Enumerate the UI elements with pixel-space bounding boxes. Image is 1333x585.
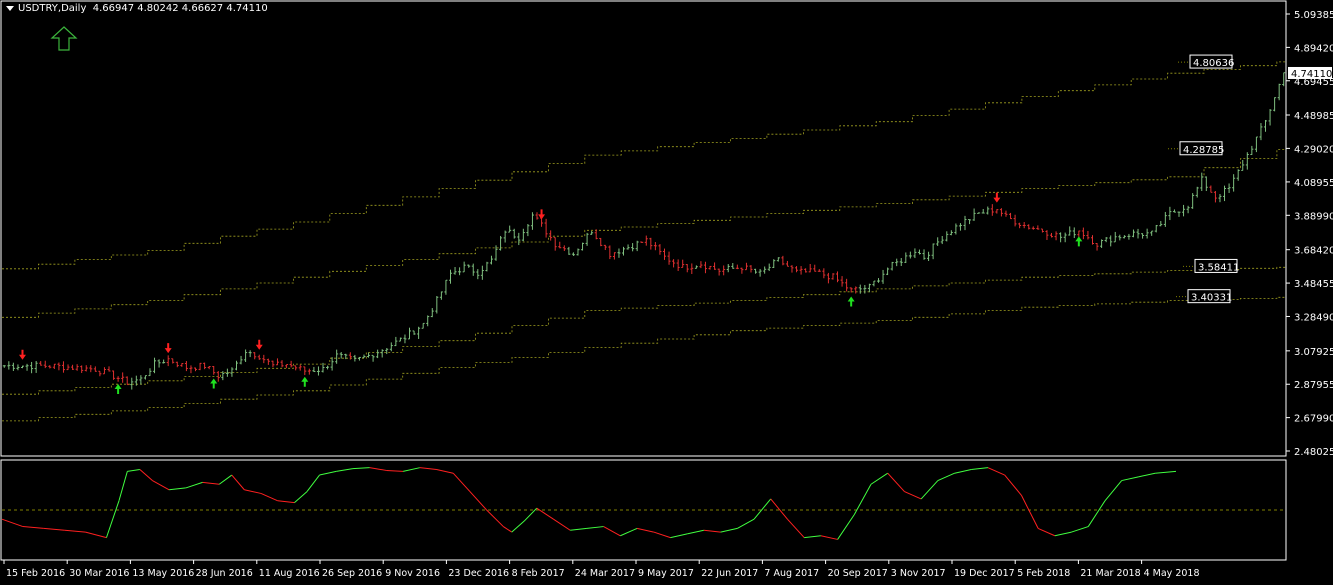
oscillator-segment [820,535,838,540]
oscillator-segment [64,529,86,533]
date-tick-label: 26 Sep 2016 [322,568,382,579]
oscillator-segment [152,480,170,491]
oscillator-segment [22,526,44,529]
oscillator-segment [202,481,220,485]
oscillator-segment [277,500,295,504]
oscillator-segment [1037,527,1056,537]
oscillator-segment [185,481,203,489]
oscillator-segment [670,533,688,539]
date-tick-label: 13 May 2016 [132,568,194,579]
oscillator-segment [386,469,404,472]
oscillator-segment [1155,470,1177,474]
date-tick-label: 24 Mar 2017 [575,568,635,579]
oscillator-segment [319,470,337,476]
date-tick-label: 11 Aug 2016 [259,568,320,579]
oscillator-segment [452,472,471,492]
date-tick-label: 7 Aug 2017 [764,568,819,579]
oscillator-segment [920,480,939,500]
oscillator-segment [306,474,320,492]
oscillator-segment [703,529,721,533]
symbol-label: USDTRY,Daily [18,3,87,14]
oscillator-segment [887,472,905,492]
oscillator-segment [1104,480,1123,502]
chart-title: USDTRY,Daily 4.66947 4.80242 4.66627 4.7… [6,3,268,14]
oscillator-segment [1054,531,1072,537]
oscillator-segment [486,509,504,527]
date-tick-label: 20 Sep 2017 [828,568,888,579]
oscillator-segment [139,469,153,481]
oscillator-segment [870,472,888,485]
date-tick-label: 21 Mar 2018 [1080,568,1140,579]
oscillator-segment [294,491,308,504]
ohlc-label: 4.66947 4.80242 4.66627 4.74110 [92,3,268,14]
date-tick-label: 9 May 2017 [638,568,694,579]
date-tick-label: 15 Feb 2016 [6,568,65,579]
oscillator-segment [260,492,278,502]
date-tick-label: 30 Mar 2016 [69,568,129,579]
oscillator-segment [737,518,755,529]
date-tick-label: 9 Nov 2016 [385,568,440,579]
oscillator-segment [937,472,955,482]
oscillator-segment [687,529,705,535]
oscillator-segment [1071,526,1089,533]
oscillator-segment [603,526,621,537]
dropdown-triangle-icon[interactable] [6,5,14,11]
oscillator-segment [987,467,1005,476]
date-tick-label: 22 Jun 2017 [701,568,758,579]
oscillator-segment [653,531,671,539]
oscillator-segment [218,474,233,485]
chart-window[interactable]: 5.09385 4.89420 4.69455 4.48985 4.29020 4.089… [0,0,1333,585]
oscillator-segment [85,531,107,539]
oscillator-segment [954,469,972,474]
oscillator-segment [436,469,454,474]
oscillator-segment [787,518,805,538]
oscillator-segment [553,518,571,531]
oscillator-segment [402,467,420,472]
date-tick-label: 4 May 2018 [1144,568,1200,579]
date-tick-label: 23 Dec 2016 [448,568,509,579]
oscillator-segment [1,518,24,528]
oscillator-segment [586,526,604,529]
oscillator-segment [753,498,772,520]
oscillator-segment [971,467,989,471]
oscillator-segment [105,500,120,538]
oscillator-segment [1020,495,1039,529]
oscillator-segment [570,527,587,531]
oscillator-segment [127,469,140,472]
oscillator-segment [419,467,437,471]
date-tick-label: 5 Feb 2018 [1017,568,1070,579]
oscillator-segment [904,491,922,500]
oscillator-segment [244,489,262,494]
oscillator-segment [336,468,354,472]
oscillator-segment [1087,500,1106,527]
oscillator-segment [231,474,245,491]
date-tick-label: 28 Jun 2016 [196,568,253,579]
oscillator-segment [369,467,387,471]
oscillator-segment [1004,474,1022,496]
oscillator-segment [804,535,821,539]
oscillator-segment [1121,476,1139,482]
oscillator-segment [469,491,488,511]
oscillator-segment [636,527,654,533]
date-tick-label: 3 Nov 2017 [891,568,946,579]
oscillator-segment [503,526,512,533]
oscillator-segment [352,467,370,470]
oscillator-segment [837,514,855,540]
oscillator-segment [169,487,186,491]
oscillator-chart[interactable]: 15 Feb 2016 30 Mar 2016 13 May 2016 28 Jun … [0,0,1333,585]
oscillator-segment [620,527,638,537]
oscillator-segment [118,471,128,501]
oscillator-segment [770,498,788,520]
date-tick-label: 8 Feb 2017 [512,568,565,579]
date-tick-label: 19 Dec 2017 [954,568,1015,579]
oscillator-segment [720,527,738,533]
oscillator-segment [511,520,525,533]
oscillator-segment [1138,472,1156,478]
oscillator-segment [43,527,65,531]
oscillator-panel-frame [0,459,1287,561]
